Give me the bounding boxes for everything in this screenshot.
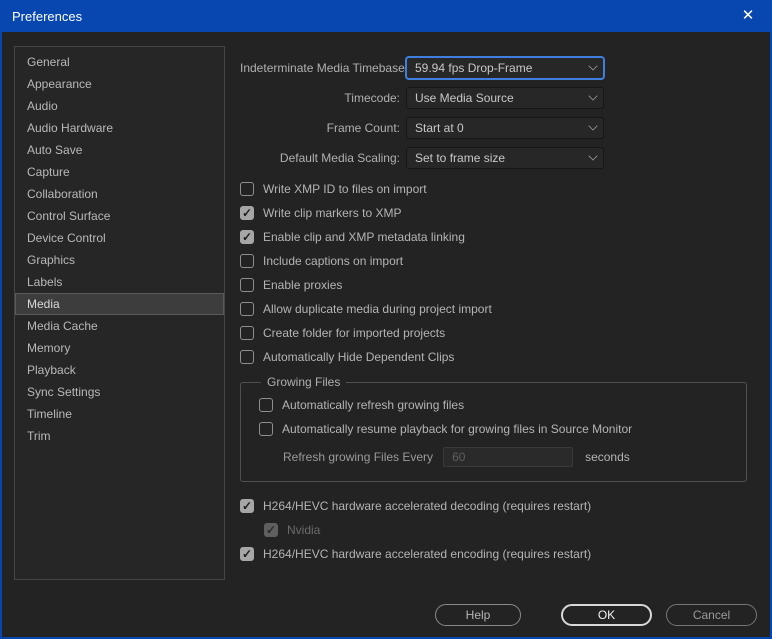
hardware-acceleration-section: H264/HEVC hardware accelerated decoding … bbox=[240, 494, 752, 566]
growing-files-legend: Growing Files bbox=[267, 375, 341, 389]
checkbox-label: Create folder for imported projects bbox=[263, 326, 446, 340]
checkbox-label: Enable clip and XMP metadata linking bbox=[263, 230, 465, 244]
sidebar-item-collaboration[interactable]: Collaboration bbox=[15, 183, 224, 205]
checkbox-icon[interactable] bbox=[240, 302, 254, 316]
sidebar-item-media[interactable]: Media bbox=[15, 293, 224, 315]
checkbox-icon[interactable] bbox=[240, 326, 254, 340]
hw-decoding-checkbox[interactable]: H264/HEVC hardware accelerated decoding … bbox=[240, 494, 752, 518]
indeterminate-media-timebase-select[interactable]: 59.94 fps Drop-Frame bbox=[406, 57, 604, 79]
default-media-scaling-label: Default Media Scaling: bbox=[279, 151, 400, 165]
checkbox-label: Allow duplicate media during project imp… bbox=[263, 302, 492, 316]
sidebar-item-control-surface[interactable]: Control Surface bbox=[15, 205, 224, 227]
nvidia-checkbox: Nvidia bbox=[240, 518, 752, 542]
create-folder-imported-projects-checkbox[interactable]: Create folder for imported projects bbox=[240, 321, 752, 345]
timecode-label: Timecode: bbox=[344, 91, 400, 105]
checkbox-label: Write XMP ID to files on import bbox=[263, 182, 427, 196]
include-captions-checkbox[interactable]: Include captions on import bbox=[240, 249, 752, 273]
enable-clip-xmp-linking-checkbox[interactable]: Enable clip and XMP metadata linking bbox=[240, 225, 752, 249]
checkbox-label: Write clip markers to XMP bbox=[263, 206, 402, 220]
checkbox-label: Automatically resume playback for growin… bbox=[282, 422, 633, 436]
write-clip-markers-checkbox[interactable]: Write clip markers to XMP bbox=[240, 201, 752, 225]
frame-count-label: Frame Count: bbox=[326, 121, 400, 135]
media-preferences-panel: Indeterminate Media Timebase: 59.94 fps … bbox=[240, 57, 752, 566]
checkbox-icon[interactable] bbox=[259, 398, 273, 412]
timecode-select[interactable]: Use Media Source bbox=[406, 87, 604, 109]
sidebar-item-auto-save[interactable]: Auto Save bbox=[15, 139, 224, 161]
ok-button[interactable]: OK bbox=[561, 604, 652, 626]
sidebar-item-audio-hardware[interactable]: Audio Hardware bbox=[15, 117, 224, 139]
sidebar-item-media-cache[interactable]: Media Cache bbox=[15, 315, 224, 337]
chevron-down-icon bbox=[588, 121, 598, 131]
enable-proxies-checkbox[interactable]: Enable proxies bbox=[240, 273, 752, 297]
title-bar[interactable]: Preferences ✕ bbox=[2, 0, 770, 32]
sidebar-item-memory[interactable]: Memory bbox=[15, 337, 224, 359]
checkbox-icon[interactable] bbox=[240, 278, 254, 292]
checkbox-icon bbox=[264, 523, 278, 537]
auto-resume-playback-checkbox[interactable]: Automatically resume playback for growin… bbox=[259, 417, 746, 441]
chevron-down-icon bbox=[588, 91, 598, 101]
sidebar-item-sync-settings[interactable]: Sync Settings bbox=[15, 381, 224, 403]
checkbox-label: Automatically refresh growing files bbox=[282, 398, 465, 412]
timecode-row: Timecode: Use Media Source bbox=[240, 87, 752, 109]
checkbox-icon[interactable] bbox=[240, 547, 254, 561]
dialog-body: General Appearance Audio Audio Hardware … bbox=[2, 32, 770, 637]
checkbox-icon[interactable] bbox=[240, 350, 254, 364]
default-media-scaling-select[interactable]: Set to frame size bbox=[406, 147, 604, 169]
checkbox-label: Automatically Hide Dependent Clips bbox=[263, 350, 455, 364]
refresh-interval-input[interactable] bbox=[443, 447, 574, 467]
indeterminate-media-timebase-row: Indeterminate Media Timebase: 59.94 fps … bbox=[240, 57, 752, 79]
write-xmp-id-checkbox[interactable]: Write XMP ID to files on import bbox=[240, 177, 752, 201]
refresh-interval-row: Refresh growing Files Every seconds bbox=[259, 445, 746, 469]
chevron-down-icon bbox=[588, 151, 598, 161]
checkbox-icon[interactable] bbox=[240, 206, 254, 220]
hw-encoding-checkbox[interactable]: H264/HEVC hardware accelerated encoding … bbox=[240, 542, 752, 566]
help-button[interactable]: Help bbox=[435, 604, 521, 626]
sidebar-item-graphics[interactable]: Graphics bbox=[15, 249, 224, 271]
default-media-scaling-row: Default Media Scaling: Set to frame size bbox=[240, 147, 752, 169]
preferences-category-list: General Appearance Audio Audio Hardware … bbox=[14, 46, 225, 580]
sidebar-item-playback[interactable]: Playback bbox=[15, 359, 224, 381]
chevron-down-icon bbox=[588, 61, 598, 71]
frame-count-select[interactable]: Start at 0 bbox=[406, 117, 604, 139]
indeterminate-media-timebase-value: 59.94 fps Drop-Frame bbox=[415, 61, 533, 75]
auto-refresh-growing-files-checkbox[interactable]: Automatically refresh growing files bbox=[259, 393, 746, 417]
timecode-value: Use Media Source bbox=[415, 91, 514, 105]
sidebar-item-labels[interactable]: Labels bbox=[15, 271, 224, 293]
preferences-dialog: Preferences ✕ General Appearance Audio A… bbox=[0, 0, 772, 639]
frame-count-value: Start at 0 bbox=[415, 121, 464, 135]
checkbox-label: Include captions on import bbox=[263, 254, 404, 268]
allow-duplicate-media-checkbox[interactable]: Allow duplicate media during project imp… bbox=[240, 297, 752, 321]
checkbox-icon[interactable] bbox=[240, 182, 254, 196]
refresh-interval-label: Refresh growing Files Every bbox=[283, 450, 434, 464]
sidebar-item-capture[interactable]: Capture bbox=[15, 161, 224, 183]
indeterminate-media-timebase-label: Indeterminate Media Timebase: bbox=[240, 61, 409, 75]
close-icon[interactable]: ✕ bbox=[738, 6, 758, 26]
frame-count-row: Frame Count: Start at 0 bbox=[240, 117, 752, 139]
media-options-checkbox-list: Write XMP ID to files on import Write cl… bbox=[240, 177, 752, 369]
window-title: Preferences bbox=[12, 8, 83, 24]
checkbox-icon[interactable] bbox=[240, 499, 254, 513]
sidebar-item-trim[interactable]: Trim bbox=[15, 425, 224, 447]
auto-hide-dependent-clips-checkbox[interactable]: Automatically Hide Dependent Clips bbox=[240, 345, 752, 369]
refresh-interval-suffix: seconds bbox=[585, 450, 630, 464]
sidebar-item-device-control[interactable]: Device Control bbox=[15, 227, 224, 249]
default-media-scaling-value: Set to frame size bbox=[415, 151, 506, 165]
sidebar-item-appearance[interactable]: Appearance bbox=[15, 73, 224, 95]
checkbox-label: Nvidia bbox=[287, 523, 321, 537]
checkbox-icon[interactable] bbox=[259, 422, 273, 436]
sidebar-item-audio[interactable]: Audio bbox=[15, 95, 224, 117]
checkbox-icon[interactable] bbox=[240, 254, 254, 268]
checkbox-label: Enable proxies bbox=[263, 278, 343, 292]
sidebar-item-timeline[interactable]: Timeline bbox=[15, 403, 224, 425]
checkbox-icon[interactable] bbox=[240, 230, 254, 244]
growing-files-group: Growing Files Automatically refresh grow… bbox=[240, 375, 747, 482]
checkbox-label: H264/HEVC hardware accelerated encoding … bbox=[263, 547, 592, 561]
dialog-footer: Help OK Cancel bbox=[435, 604, 757, 626]
checkbox-label: H264/HEVC hardware accelerated decoding … bbox=[263, 499, 592, 513]
cancel-button[interactable]: Cancel bbox=[666, 604, 757, 626]
sidebar-item-general[interactable]: General bbox=[15, 51, 224, 73]
